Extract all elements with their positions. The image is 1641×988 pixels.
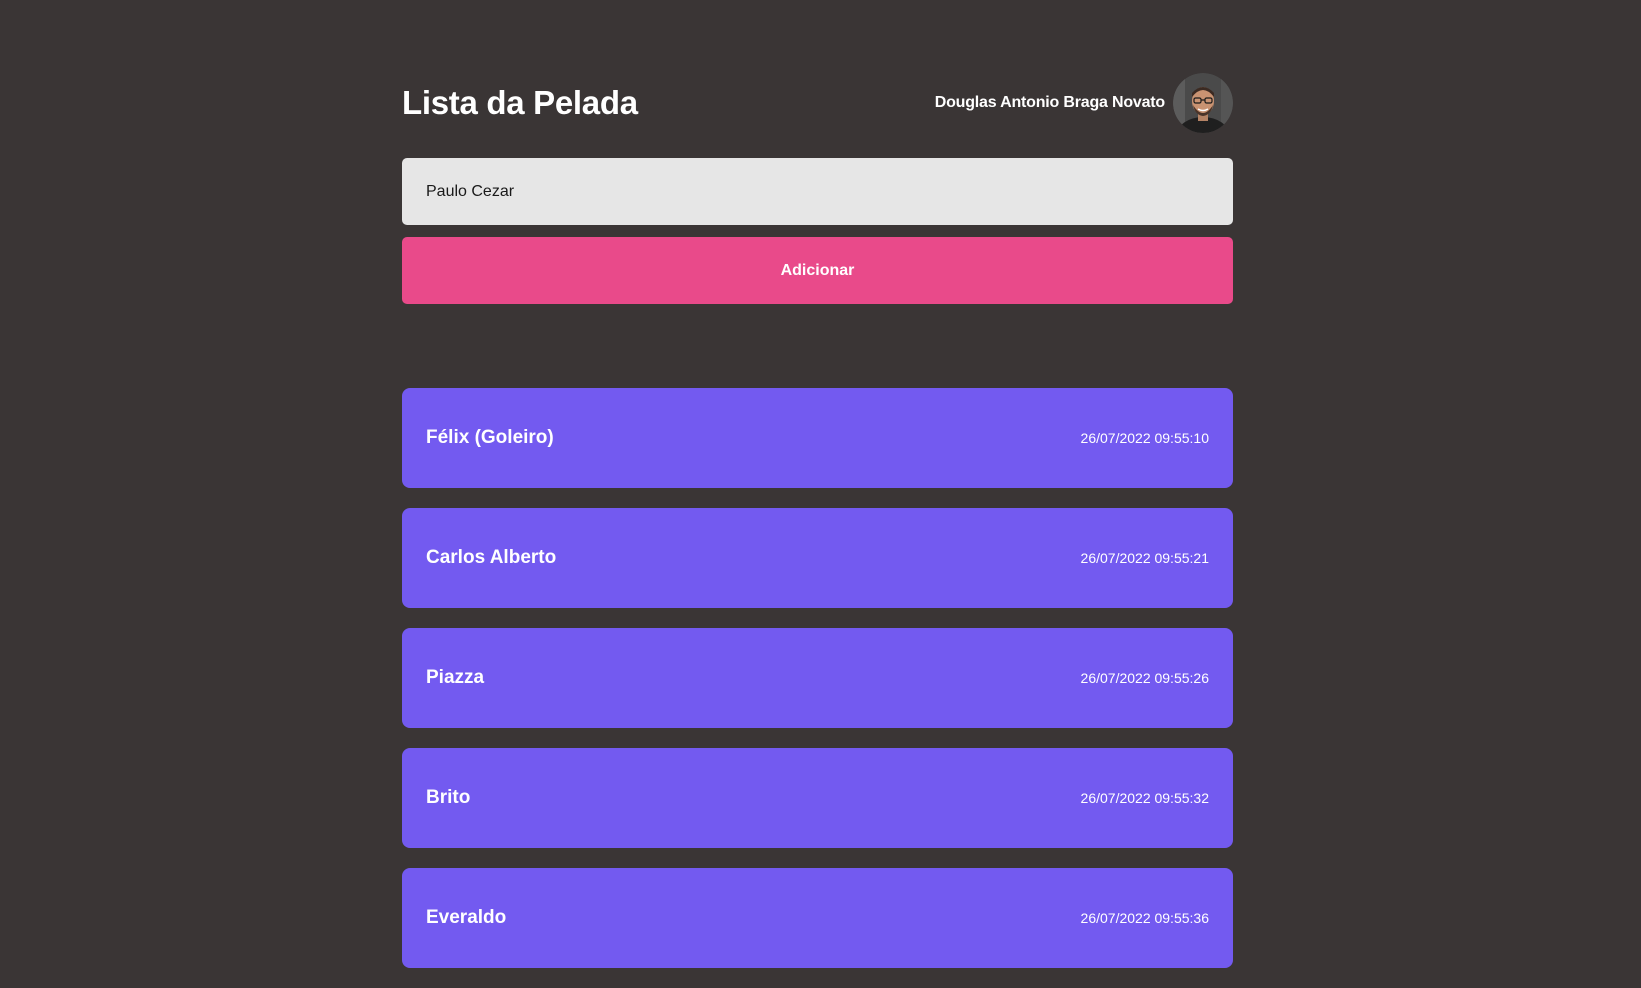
player-timestamp: 26/07/2022 09:55:21 [1080,550,1209,566]
player-timestamp: 26/07/2022 09:55:36 [1080,910,1209,926]
add-button[interactable]: Adicionar [402,237,1233,304]
player-timestamp: 26/07/2022 09:55:32 [1080,790,1209,806]
player-name: Piazza [426,667,485,688]
page-header: Lista da Pelada Douglas Antonio Braga No… [402,72,1233,134]
list-item: Piazza 26/07/2022 09:55:26 [402,628,1233,728]
player-timestamp: 26/07/2022 09:55:26 [1080,670,1209,686]
list-item: Carlos Alberto 26/07/2022 09:55:21 [402,508,1233,608]
page-title: Lista da Pelada [402,84,638,121]
player-name: Brito [426,787,471,808]
user-info: Douglas Antonio Braga Novato · [935,73,1233,133]
player-name-input[interactable] [402,158,1233,225]
avatar[interactable]: · [1173,73,1233,133]
player-name: Carlos Alberto [426,547,557,568]
player-name: Everaldo [426,907,507,928]
player-name: Félix (Goleiro) [426,427,554,448]
player-timestamp: 26/07/2022 09:55:10 [1080,430,1209,446]
list-item: Everaldo 26/07/2022 09:55:36 [402,868,1233,968]
list-item: Félix (Goleiro) 26/07/2022 09:55:10 [402,388,1233,488]
user-name: Douglas Antonio Braga Novato [934,94,1165,111]
svg-text:·: · [1176,81,1177,86]
player-list: Félix (Goleiro) 26/07/2022 09:55:10 Carl… [402,388,1233,988]
list-item: Brito 26/07/2022 09:55:32 [402,748,1233,848]
